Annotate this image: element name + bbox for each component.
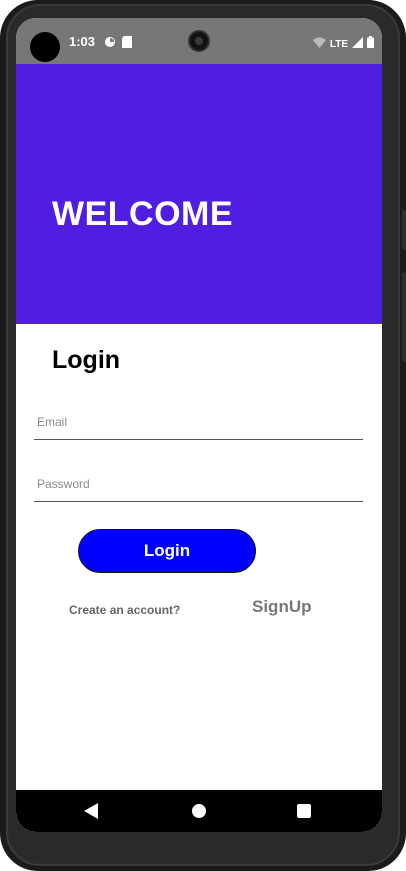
power-button — [402, 210, 406, 250]
punch-hole — [30, 32, 60, 62]
app-screen: 1:03 LTE WELCOME Login Email Login Creat… — [16, 18, 382, 832]
status-right-icons: LTE — [312, 35, 374, 53]
login-title: Login — [52, 346, 121, 374]
create-account-text: Create an account? — [69, 603, 181, 617]
login-card: Login Login Create an account? SignUp — [16, 324, 382, 832]
sd-card-icon — [122, 35, 132, 53]
wifi-icon — [312, 35, 326, 53]
recents-icon[interactable] — [297, 804, 311, 818]
home-icon[interactable] — [192, 804, 206, 818]
password-input[interactable] — [34, 466, 363, 501]
notification-icon — [104, 35, 116, 53]
signup-link[interactable]: SignUp — [252, 597, 312, 617]
volume-button — [402, 272, 406, 362]
status-time: 1:03 — [69, 34, 96, 49]
login-button[interactable]: Login — [78, 529, 256, 573]
front-camera — [188, 30, 210, 52]
status-bar: 1:03 LTE — [16, 18, 382, 64]
welcome-heading: WELCOME — [52, 195, 234, 233]
back-icon[interactable] — [84, 803, 98, 824]
device-frame: 1:03 LTE WELCOME Login Email Login Creat… — [0, 0, 406, 871]
hero-banner: WELCOME Login Login Create an account? S… — [16, 64, 382, 832]
password-field — [34, 466, 363, 502]
battery-icon — [367, 35, 374, 53]
signal-icon — [352, 35, 363, 53]
network-type: LTE — [329, 38, 348, 50]
navigation-bar — [16, 790, 382, 832]
email-input[interactable] — [34, 404, 363, 439]
email-field — [34, 404, 363, 440]
status-left-icons — [104, 35, 132, 53]
